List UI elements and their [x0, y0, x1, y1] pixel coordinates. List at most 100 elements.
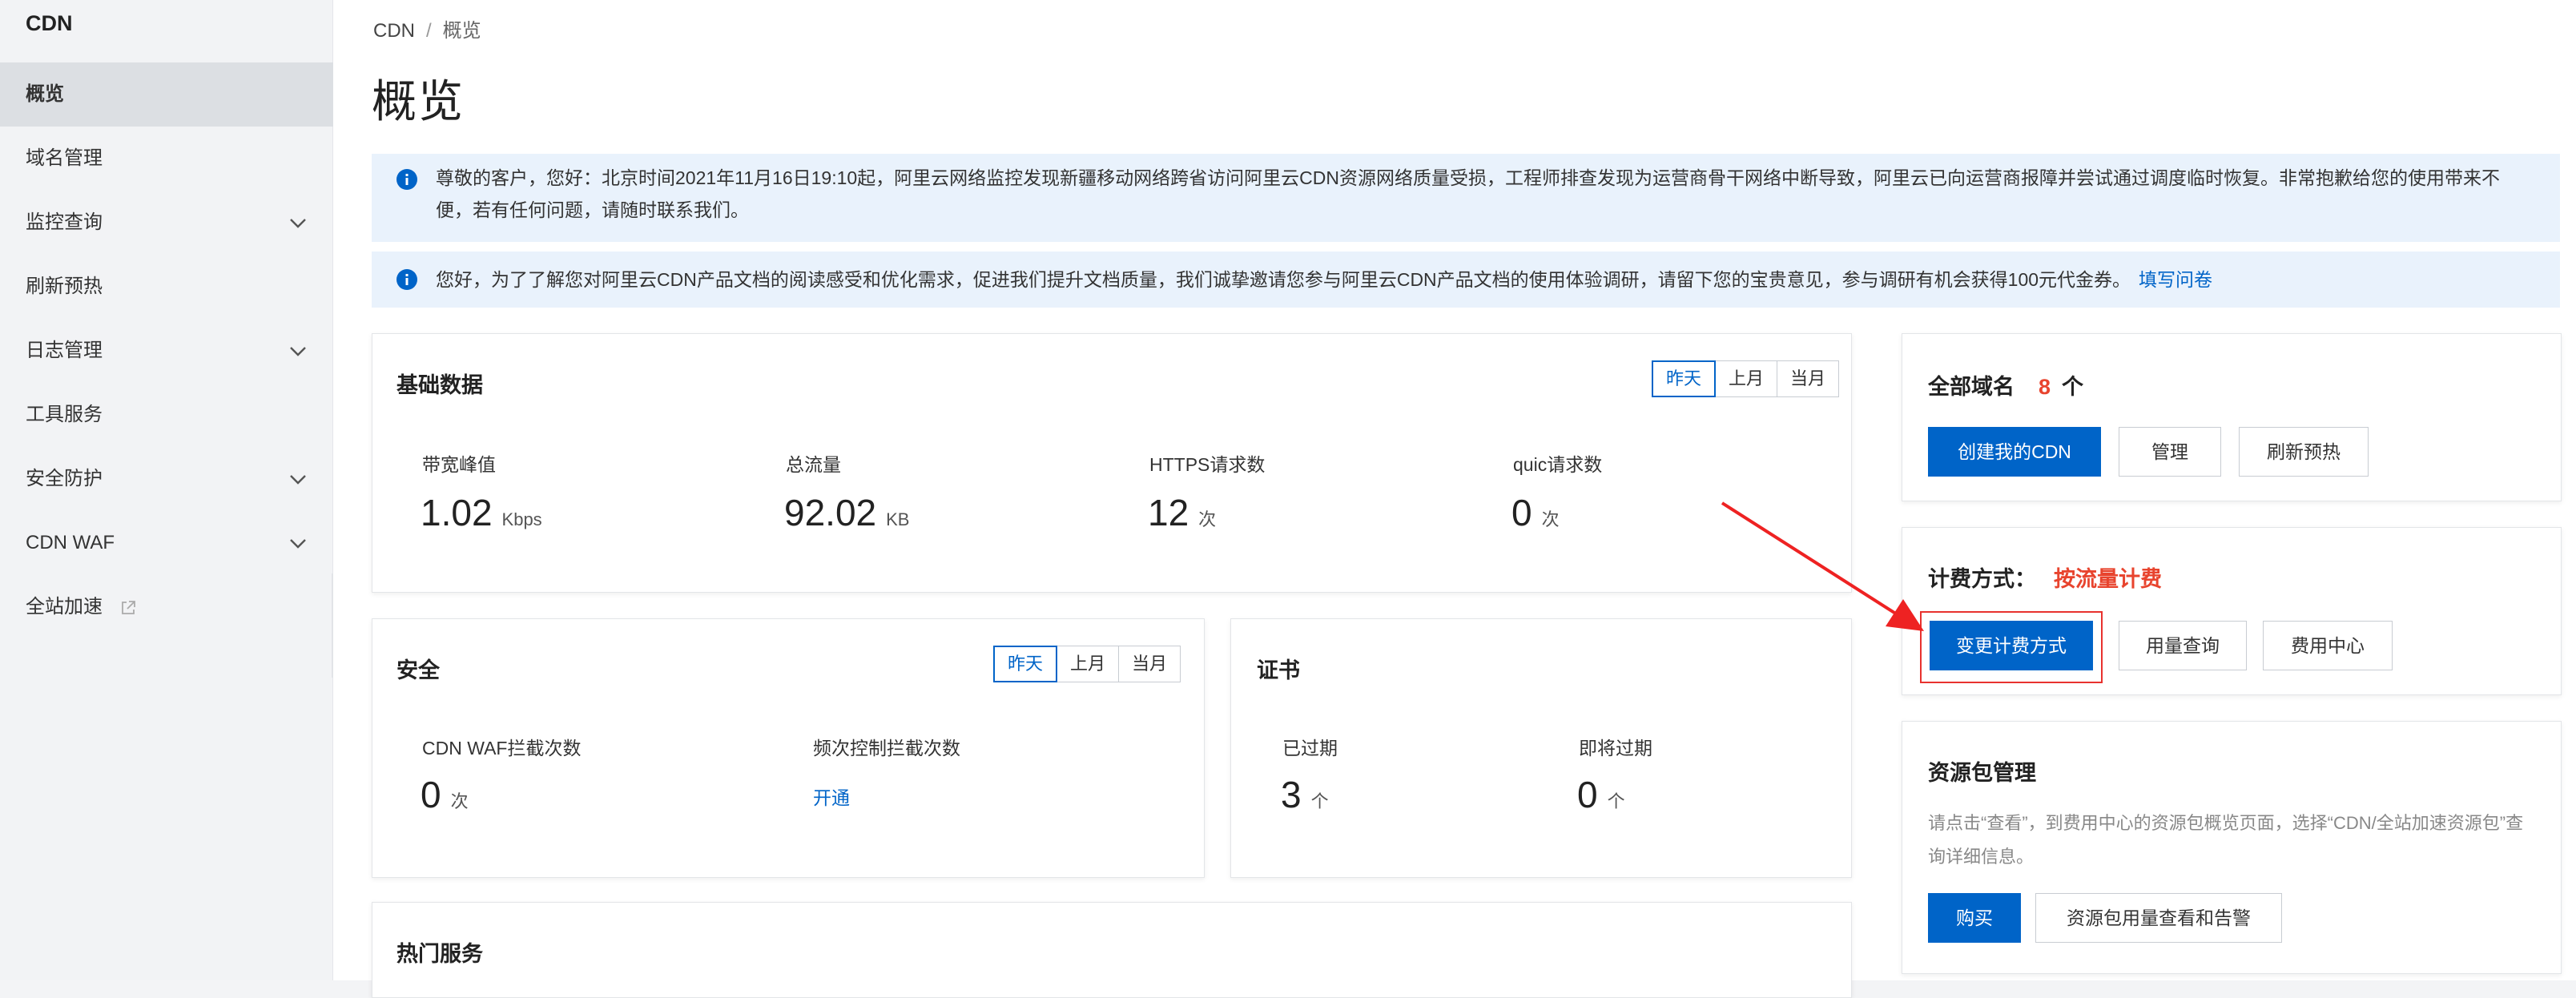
sidebar-item-label: 概览 [26, 83, 64, 105]
metric-unit: 个 [1607, 791, 1625, 811]
metric-value: 0次 [1511, 491, 1560, 534]
metric-number: 12 [1148, 492, 1189, 533]
security-card: 安全 昨天 上月 当月 CDN WAF拦截次数 0次 频次控制拦截次数 开通 [372, 618, 1205, 878]
domains-card: 全部域名 8 个 创建我的CDN 管理 刷新预热 [1902, 333, 2562, 501]
period-last-month[interactable]: 上月 [1057, 646, 1120, 682]
expiring-label: 即将过期 [1579, 738, 1652, 759]
sidebar-item-label: 域名管理 [26, 147, 103, 169]
metric-number: 3 [1281, 774, 1302, 815]
info-icon [396, 269, 417, 290]
sidebar-item-monitoring[interactable]: 监控查询 [0, 191, 333, 255]
sidebar-item-cdn-waf[interactable]: CDN WAF [0, 511, 333, 575]
card-title: 安全 [396, 658, 440, 682]
usage-query-button[interactable]: 用量查询 [2119, 621, 2247, 670]
waf-value: 0次 [421, 773, 469, 816]
sidebar-item-logs[interactable]: 日志管理 [0, 319, 333, 383]
sidebar-item-domains[interactable]: 域名管理 [0, 127, 333, 191]
sidebar-item-overview[interactable]: 概览 [0, 62, 333, 127]
sidebar-item-label: 监控查询 [26, 211, 103, 233]
create-cdn-button[interactable]: 创建我的CDN [1928, 427, 2101, 477]
metric-value: 12 次 [1148, 491, 1216, 534]
sidebar-item-label: 刷新预热 [26, 276, 103, 297]
domains-summary: 全部域名 8 个 [1928, 369, 2083, 400]
sidebar-item-label: 安全防护 [26, 468, 103, 489]
sidebar-item-label: 日志管理 [26, 340, 103, 361]
period-this-month[interactable]: 当月 [1777, 360, 1840, 397]
survey-link[interactable]: 填写问卷 [2139, 269, 2212, 290]
metric-label: 带宽峰值 [422, 454, 496, 475]
period-yesterday[interactable]: 昨天 [993, 646, 1058, 682]
metric-number: 0 [1577, 774, 1598, 815]
domains-label: 全部域名 [1928, 375, 2015, 399]
breadcrumb-current: 概览 [442, 20, 481, 42]
metric-unit: 个 [1310, 791, 1329, 811]
metric-number: 0 [1511, 492, 1532, 533]
card-title: 证书 [1257, 658, 1300, 682]
chevron-down-icon [290, 475, 306, 485]
chevron-down-icon [290, 539, 306, 549]
billing-label: 计费方式： [1928, 567, 2036, 591]
annotation-arrow [1721, 501, 1924, 631]
metric-number: 92.02 [784, 492, 877, 533]
domain-count: 8 [2039, 375, 2051, 399]
sidebar: CDN 概览 域名管理 监控查询 刷新预热 日志管理 工具服务 安全防护 CDN… [0, 0, 333, 980]
period-yesterday[interactable]: 昨天 [1652, 360, 1717, 397]
waf-label: CDN WAF拦截次数 [422, 738, 582, 759]
expired-label: 已过期 [1282, 738, 1338, 759]
package-description: 请点击“查看”，到费用中心的资源包概览页面，选择“CDN/全站加速资源包”查询详… [1928, 813, 2524, 867]
chevron-down-icon [290, 219, 306, 228]
metric-unit: Kbps [501, 509, 542, 529]
metric-unit: KB [886, 509, 910, 529]
metric-number: 0 [421, 774, 441, 815]
billing-summary: 计费方式： 按流量计费 [1928, 561, 2162, 593]
metric-value: 1.02 Kbps [421, 491, 542, 534]
expired-value: 3个 [1281, 773, 1329, 816]
package-usage-alert-button[interactable]: 资源包用量查看和告警 [2035, 893, 2282, 943]
card-title: 热门服务 [396, 942, 483, 966]
period-selector: 昨天 上月 当月 [1652, 360, 1840, 397]
metric-label: 总流量 [786, 454, 841, 475]
notice-network: 尊敬的客户，您好：北京时间2021年11月16日19:10起，阿里云网络监控发现… [372, 154, 2560, 242]
billing-center-button[interactable]: 费用中心 [2263, 621, 2393, 670]
manage-button[interactable]: 管理 [2119, 427, 2221, 477]
domain-unit: 个 [2062, 375, 2084, 399]
enable-freq-link[interactable]: 开通 [813, 783, 850, 810]
info-icon [396, 169, 417, 190]
metric-unit: 次 [1541, 509, 1560, 529]
metric-value: 92.02 KB [784, 491, 909, 534]
notice-text: 尊敬的客户，您好：北京时间2021年11月16日19:10起，阿里云网络监控发现… [436, 167, 2501, 220]
billing-value: 按流量计费 [2054, 567, 2162, 591]
breadcrumb: CDN / 概览 [373, 14, 481, 42]
sidebar-title: CDN [26, 11, 73, 35]
page-title: 概览 [372, 76, 465, 127]
period-this-month[interactable]: 当月 [1118, 646, 1181, 682]
metric-label: HTTPS请求数 [1149, 454, 1266, 475]
period-last-month[interactable]: 上月 [1715, 360, 1778, 397]
period-selector: 昨天 上月 当月 [993, 646, 1181, 682]
breadcrumb-separator: / [426, 20, 432, 42]
metric-number: 1.02 [421, 492, 493, 533]
metric-unit: 次 [450, 791, 469, 811]
buy-button[interactable]: 购买 [1928, 893, 2021, 943]
external-link-icon [121, 600, 135, 614]
notice-survey: 您好，为了了解您对阿里云CDN产品文档的阅读感受和优化需求，促进我们提升文档质量… [372, 252, 2560, 308]
refresh-preload-button[interactable]: 刷新预热 [2239, 427, 2369, 477]
certificate-card: 证书 已过期 3个 即将过期 0个 [1230, 618, 1852, 878]
freq-label: 频次控制拦截次数 [813, 738, 960, 759]
change-billing-button[interactable]: 变更计费方式 [1930, 621, 2093, 670]
sidebar-item-tools[interactable]: 工具服务 [0, 383, 333, 447]
sidebar-item-label: CDN WAF [26, 532, 115, 553]
sidebar-item-label: 工具服务 [26, 404, 103, 425]
sidebar-item-refresh[interactable]: 刷新预热 [0, 255, 333, 319]
notice-text: 您好，为了了解您对阿里云CDN产品文档的阅读感受和优化需求，促进我们提升文档质量… [436, 269, 2131, 290]
sidebar-item-security[interactable]: 安全防护 [0, 447, 333, 511]
sidebar-item-label: 全站加速 [26, 596, 103, 618]
sidebar-item-dcdn[interactable]: 全站加速 [0, 575, 333, 639]
metric-label: quic请求数 [1513, 454, 1603, 475]
breadcrumb-root[interactable]: CDN [373, 20, 415, 42]
expiring-value: 0个 [1577, 773, 1625, 816]
metric-unit: 次 [1198, 509, 1217, 529]
main-content: CDN / 概览 概览 尊敬的客户，您好：北京时间2021年11月16日19:10起… [333, 0, 2576, 998]
resource-package-card: 资源包管理 请点击“查看”，到费用中心的资源包概览页面，选择“CDN/全站加速资… [1902, 721, 2562, 974]
card-title: 基础数据 [396, 373, 483, 397]
